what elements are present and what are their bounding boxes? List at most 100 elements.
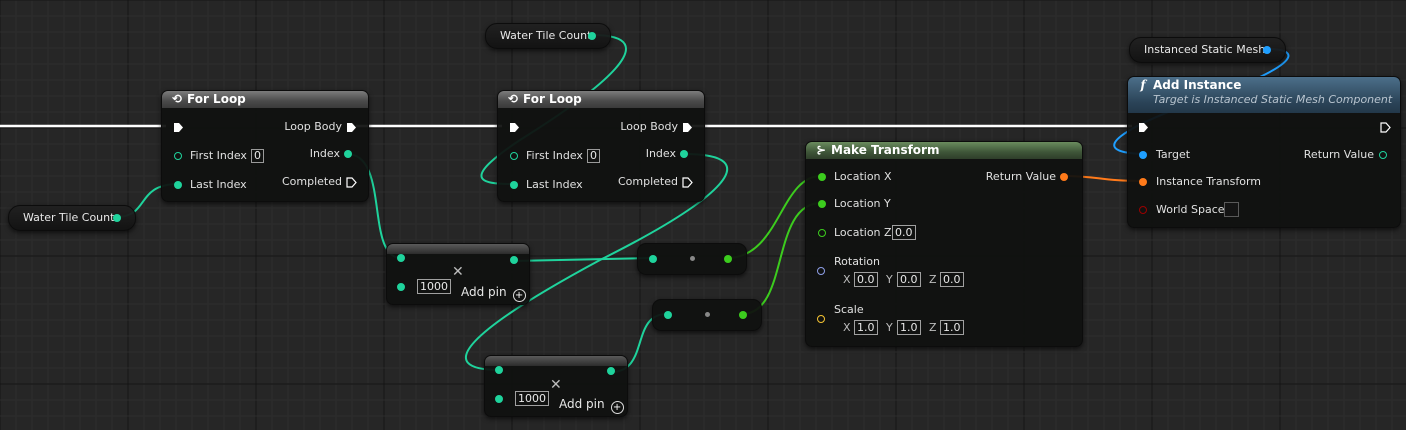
scale-pin[interactable] <box>817 315 825 323</box>
index-label: Index <box>309 147 340 160</box>
make-transform-title: Make Transform <box>831 143 940 157</box>
location-z-input[interactable]: 0.0 <box>892 225 916 240</box>
location-x-pin[interactable] <box>818 173 826 181</box>
first-index-label: First Index 0 <box>526 149 600 163</box>
add-instance-subtitle: Target is Instanced Static Mesh Componen… <box>1153 93 1393 106</box>
return-value-pin[interactable] <box>1379 151 1387 159</box>
rotation-pin[interactable] <box>817 267 825 275</box>
completed-exec-pin[interactable] <box>682 177 693 188</box>
exec-input-pin[interactable] <box>1138 122 1149 133</box>
return-value-label: Return Value <box>985 170 1056 183</box>
int-to-float-node-2[interactable] <box>652 299 762 331</box>
plus-circle-icon: + <box>512 289 526 302</box>
last-index-pin[interactable] <box>174 181 182 189</box>
scale-z-label: Z <box>929 321 937 334</box>
add-pin-label: Add pin <box>461 285 507 299</box>
first-index-pin[interactable] <box>174 152 182 160</box>
index-output-pin[interactable] <box>680 150 688 158</box>
loop-body-exec-pin[interactable] <box>346 122 357 133</box>
for-loop-node-1[interactable]: ⟲ For Loop First Index 0 Last Index Loop B… <box>161 90 369 202</box>
scale-x-input[interactable]: 1.0 <box>854 320 878 335</box>
location-z-label: Location Z <box>834 226 892 239</box>
scale-x-label: X <box>843 321 851 334</box>
exec-output-pin[interactable] <box>1380 122 1391 133</box>
scale-z-input[interactable]: 1.0 <box>940 320 964 335</box>
int-to-float-node-1[interactable] <box>637 243 747 275</box>
location-z-pin[interactable] <box>818 229 826 237</box>
multiply-input-b-pin[interactable] <box>397 283 405 291</box>
add-pin-button[interactable]: Add pin + <box>461 285 526 302</box>
location-y-label: Location Y <box>834 197 891 210</box>
multiply-input-a-pin[interactable] <box>495 366 503 374</box>
multiply-node-1[interactable]: 1000 ✕ Add pin + <box>386 243 530 305</box>
return-value-pin[interactable] <box>1060 173 1068 181</box>
conversion-input-pin[interactable] <box>664 311 672 319</box>
multiply-header <box>387 244 529 254</box>
scale-label: Scale <box>834 303 864 316</box>
last-index-label: Last Index <box>526 178 583 191</box>
multiply-input-b-value[interactable]: 1000 <box>515 391 549 406</box>
last-index-label: Last Index <box>190 178 247 191</box>
water-tile-count-label: Water Tile Count <box>23 211 115 224</box>
conversion-output-pin[interactable] <box>739 311 747 319</box>
rotation-y-input[interactable]: 0.0 <box>897 272 921 287</box>
multiply-output-pin[interactable] <box>607 367 615 375</box>
add-pin-button[interactable]: Add pin + <box>559 397 624 414</box>
add-instance-title: Add Instance <box>1153 78 1242 92</box>
last-index-pin[interactable] <box>510 181 518 189</box>
first-index-pin[interactable] <box>510 152 518 160</box>
make-struct-icon: ⊱ <box>815 143 827 157</box>
conversion-dot-icon <box>690 256 695 261</box>
location-x-label: Location X <box>834 170 892 183</box>
water-tile-count-output-pin[interactable] <box>588 32 596 40</box>
loop-icon: ⟲ <box>507 92 519 106</box>
function-icon: f <box>1140 78 1146 92</box>
instanced-static-mesh-output-pin[interactable] <box>1263 46 1271 54</box>
return-value-label: Return Value <box>1303 148 1374 161</box>
location-y-pin[interactable] <box>818 200 826 208</box>
water-tile-count-node-1[interactable]: Water Tile Count <box>8 205 136 231</box>
add-pin-label: Add pin <box>559 397 605 411</box>
instance-transform-pin[interactable] <box>1139 178 1147 186</box>
rotation-x-input[interactable]: 0.0 <box>854 272 878 287</box>
multiply-input-b-pin[interactable] <box>495 395 503 403</box>
water-tile-count-output-pin[interactable] <box>113 214 121 222</box>
target-pin[interactable] <box>1139 151 1147 159</box>
completed-exec-pin[interactable] <box>346 177 357 188</box>
loop-body-exec-pin[interactable] <box>682 122 693 133</box>
water-tile-count-node-2[interactable]: Water Tile Count <box>485 23 611 49</box>
rotation-z-label: Z <box>929 273 937 286</box>
multiply-input-a-pin[interactable] <box>397 254 405 262</box>
for-loop-header: ⟲ For Loop <box>498 91 704 108</box>
conversion-input-pin[interactable] <box>649 255 657 263</box>
rotation-label: Rotation <box>834 255 881 268</box>
instance-transform-label: Instance Transform <box>1156 175 1261 188</box>
first-index-input[interactable]: 0 <box>586 149 600 163</box>
scale-y-input[interactable]: 1.0 <box>897 320 921 335</box>
instanced-static-mesh-node[interactable]: Instanced Static Mesh <box>1129 37 1286 63</box>
multiply-input-b-value[interactable]: 1000 <box>417 279 451 294</box>
scale-y-label: Y <box>886 321 893 334</box>
first-index-text: First Index <box>526 149 583 162</box>
for-loop-title: For Loop <box>187 92 246 106</box>
multiply-node-2[interactable]: 1000 ✕ Add pin + <box>484 355 628 417</box>
world-space-pin[interactable] <box>1139 206 1147 214</box>
conversion-output-pin[interactable] <box>724 255 732 263</box>
loop-body-label: Loop Body <box>284 120 342 133</box>
world-space-checkbox[interactable] <box>1224 202 1239 217</box>
index-output-pin[interactable] <box>344 150 352 158</box>
first-index-input[interactable]: 0 <box>250 149 264 163</box>
exec-input-pin[interactable] <box>173 122 184 133</box>
index-label: Index <box>645 147 676 160</box>
add-instance-node[interactable]: f Add Instance Target is Instanced Static… <box>1127 76 1401 228</box>
for-loop-node-2[interactable]: ⟲ For Loop First Index 0 Last Index Loop B… <box>497 90 705 202</box>
multiply-icon: ✕ <box>550 377 562 393</box>
rotation-z-input[interactable]: 0.0 <box>940 272 964 287</box>
completed-label: Completed <box>618 175 678 188</box>
target-label: Target <box>1156 148 1191 161</box>
for-loop-title: For Loop <box>523 92 582 106</box>
make-transform-node[interactable]: ⊱ Make Transform Location X Location Y Lo… <box>805 141 1083 347</box>
multiply-header <box>485 356 627 366</box>
exec-input-pin[interactable] <box>509 122 520 133</box>
multiply-output-pin[interactable] <box>510 256 518 264</box>
